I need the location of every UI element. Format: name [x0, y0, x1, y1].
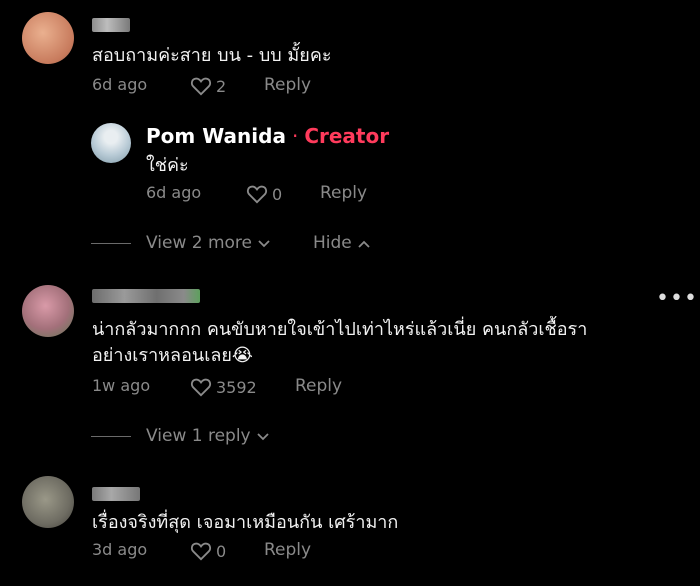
thread-divider [91, 436, 131, 437]
hide-label: Hide [313, 233, 352, 253]
like-count: 3592 [216, 377, 257, 397]
view-reply-label: View 1 reply [146, 426, 251, 446]
reply-author-name[interactable]: Pom Wanida [146, 124, 286, 148]
hide-replies-button[interactable]: Hide [313, 233, 370, 253]
like-button[interactable]: 2 [190, 76, 226, 96]
like-count: 2 [216, 76, 227, 96]
reply-button[interactable]: Reply [264, 75, 311, 95]
comment-timestamp: 1w ago [92, 376, 151, 395]
comment-text-line-1: น่ากลัวมากกก คนขับหายใจเข้าไปเท่าไหร่แล้… [92, 319, 588, 340]
avatar[interactable] [22, 12, 74, 64]
comment-timestamp: 3d ago [92, 540, 148, 559]
creator-badge: Creator [304, 124, 390, 148]
comment-timestamp: 6d ago [92, 75, 148, 94]
crying-emoji-icon: 😭 [231, 345, 253, 366]
author-separator: · [291, 124, 299, 148]
comment-text-line-2: อย่างเราหลอนเลย [92, 345, 232, 366]
comment-text: เรื่องจริงที่สุด เจอมาเหมือนกัน เศร้ามาก [92, 512, 399, 533]
like-count: 0 [216, 541, 227, 561]
comment-text: สอบถามค่ะสาย บน - บบ มั้ยคะ [92, 45, 332, 66]
reply-author-row: Pom Wanida · Creator [146, 124, 389, 148]
reply-reply-button[interactable]: Reply [320, 183, 367, 203]
view-more-replies-button[interactable]: View 2 more [146, 233, 270, 253]
reply-button[interactable]: Reply [264, 540, 311, 560]
reply-button[interactable]: Reply [295, 376, 342, 396]
commenter-name-blurred[interactable] [92, 18, 130, 32]
reply-like-button[interactable]: 0 [246, 184, 282, 204]
chevron-down-icon [256, 426, 269, 446]
reply-text: ใช่ค่ะ [146, 155, 189, 176]
comment-text-line-2-wrapper: อย่างเราหลอนเลย😭 [92, 342, 253, 370]
commenter-name-blurred[interactable] [92, 289, 200, 303]
heart-icon [246, 185, 268, 204]
heart-icon [190, 542, 212, 561]
avatar[interactable] [22, 476, 74, 528]
creator-avatar[interactable] [91, 123, 131, 163]
view-replies-button[interactable]: View 1 reply [146, 426, 269, 446]
like-button[interactable]: 0 [190, 541, 226, 561]
reply-like-count: 0 [272, 184, 283, 204]
like-button[interactable]: 3592 [190, 377, 257, 397]
more-options-icon[interactable]: ••• [656, 286, 698, 311]
chevron-up-icon [358, 233, 370, 253]
thread-divider [91, 243, 131, 244]
chevron-down-icon [258, 233, 270, 253]
avatar[interactable] [22, 285, 74, 337]
heart-icon [190, 77, 212, 96]
heart-icon [190, 378, 212, 397]
view-more-label: View 2 more [146, 233, 253, 253]
reply-timestamp: 6d ago [146, 183, 202, 202]
commenter-name-blurred[interactable] [92, 487, 140, 501]
